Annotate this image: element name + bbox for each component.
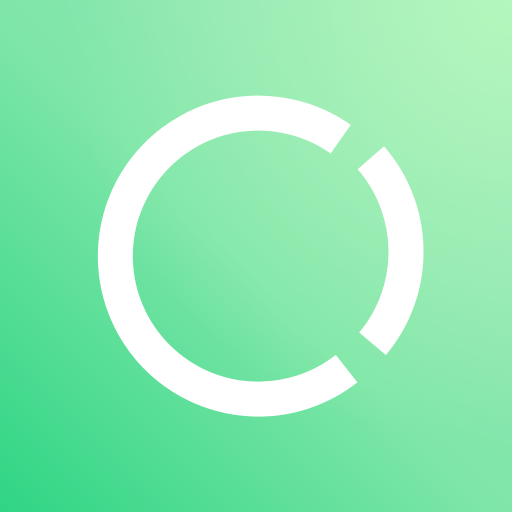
ring-main-arc [97,95,358,417]
ring-side-arc [357,146,424,356]
split-ring-icon [97,95,424,417]
app-icon [0,0,512,512]
